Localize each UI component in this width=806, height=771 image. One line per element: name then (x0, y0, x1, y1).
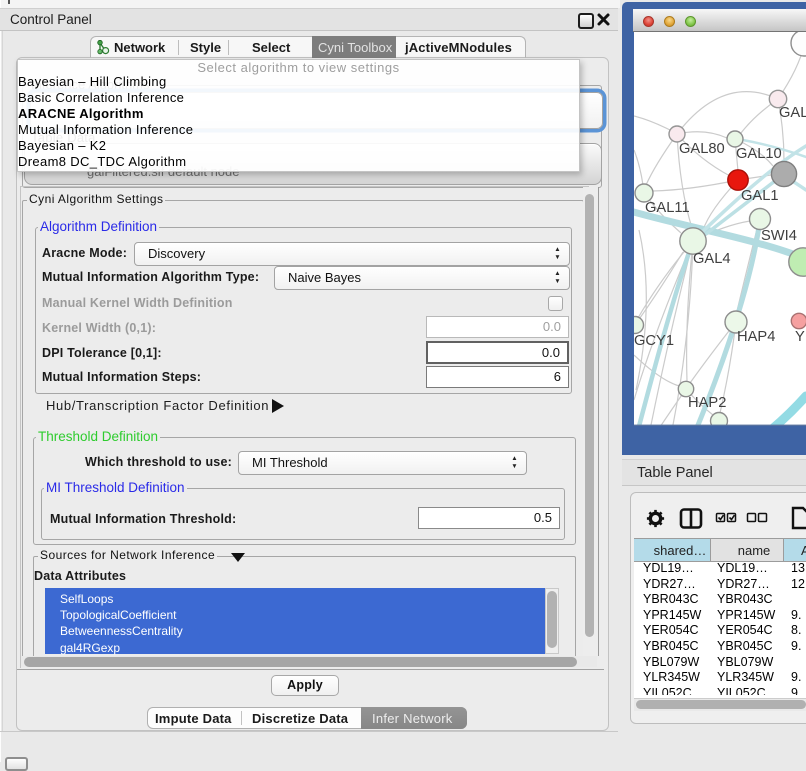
svg-text:SWI4: SWI4 (761, 228, 797, 244)
svg-text:HAP2: HAP2 (688, 395, 726, 411)
svg-text:HAP4: HAP4 (737, 329, 775, 345)
svg-text:GAL4: GAL4 (693, 251, 731, 267)
svg-text:Y: Y (795, 329, 805, 345)
svg-text:GAL80: GAL80 (679, 141, 725, 157)
svg-text:GAL1: GAL1 (741, 188, 779, 204)
svg-text:GAL11: GAL11 (645, 200, 690, 216)
svg-text:GCY1: GCY1 (634, 333, 674, 349)
svg-text:GAL10: GAL10 (736, 146, 782, 162)
svg-text:GAL7: GAL7 (779, 105, 806, 121)
